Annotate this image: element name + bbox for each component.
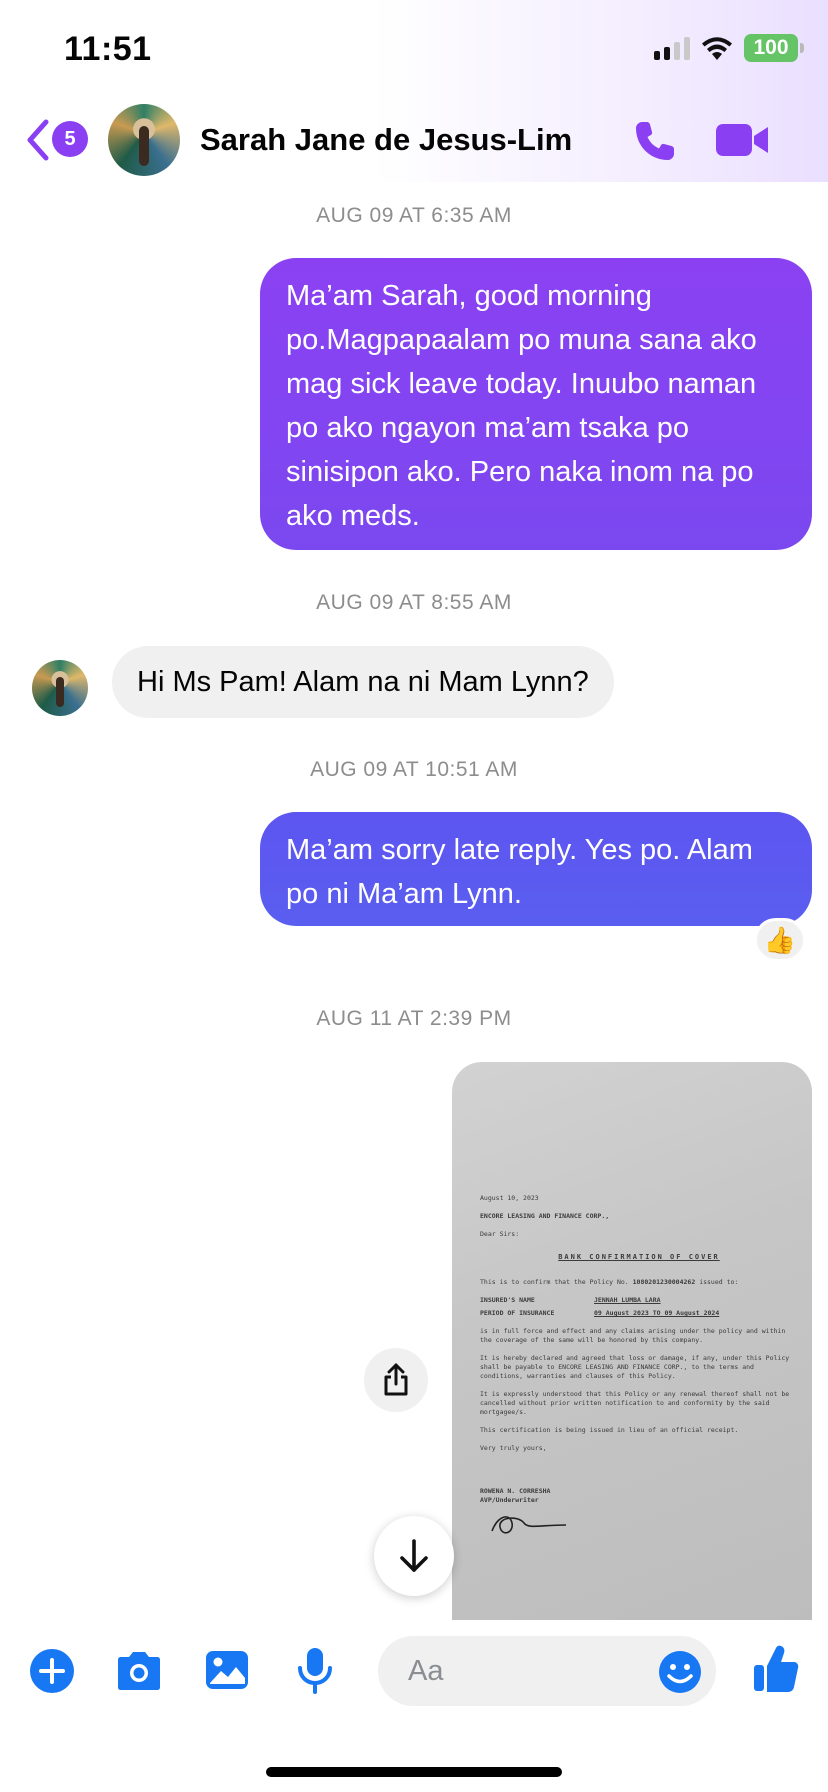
status-icons: 100: [654, 34, 804, 62]
doc-signer: ROWENA N. CORRESHA: [480, 1487, 551, 1495]
doc-date: August 10, 2023: [480, 1194, 539, 1202]
cellular-signal-icon: [654, 36, 690, 60]
doc-paragraph: This certification is being issued in li…: [480, 1426, 739, 1434]
document-photo-attachment[interactable]: August 10, 2023 ENCORE LEASING AND FINAN…: [452, 1062, 812, 1620]
handwritten-signature: [491, 1516, 567, 1534]
send-like-button[interactable]: [752, 1644, 800, 1699]
doc-paragraph: is in full force and effect and any clai…: [480, 1327, 786, 1344]
contact-avatar[interactable]: [108, 104, 180, 176]
status-time: 11:51: [64, 30, 152, 68]
gallery-button[interactable]: [204, 1648, 250, 1697]
doc-title: BANK CONFIRMATION OF COVER: [558, 1253, 720, 1261]
back-button[interactable]: [24, 118, 52, 162]
message-timestamp: AUG 09 AT 8:55 AM: [316, 591, 512, 614]
voice-message-button[interactable]: [295, 1646, 335, 1701]
outgoing-message-bubble[interactable]: Ma’am sorry late reply. Yes po. Alam po …: [260, 812, 812, 926]
incoming-message-bubble[interactable]: Hi Ms Pam! Alam na ni Mam Lynn?: [112, 646, 614, 718]
arrow-down-icon: [400, 1539, 428, 1572]
more-actions-button[interactable]: [29, 1648, 75, 1699]
doc-intro: This is to confirm that the Policy No.: [480, 1278, 629, 1286]
phone-icon: [636, 122, 674, 160]
share-button[interactable]: [364, 1348, 428, 1412]
outgoing-message-bubble[interactable]: Ma’am Sarah, good morning po.Magpapaalam…: [260, 258, 812, 550]
photo-gallery-icon: [206, 1651, 248, 1689]
video-call-button[interactable]: [714, 122, 770, 163]
doc-salutation: Dear Sirs:: [480, 1230, 520, 1238]
doc-insured-value: JENNAH LUMBA LARA: [594, 1296, 661, 1304]
doc-insured-label: INSURED'S NAME: [480, 1296, 535, 1304]
doc-signer-title: AVP/Underwriter: [480, 1496, 539, 1504]
message-timestamp: AUG 09 AT 6:35 AM: [316, 204, 512, 227]
doc-closing: Very truly yours,: [480, 1444, 547, 1452]
video-camera-icon: [716, 124, 768, 156]
doc-period-label: PERIOD OF INSURANCE: [480, 1309, 555, 1317]
back-chevron-icon: [27, 119, 49, 161]
doc-policy-number: 1080201230004262: [632, 1278, 696, 1286]
thumbs-up-icon: [754, 1645, 799, 1692]
plus-circle-icon: [30, 1649, 74, 1693]
home-indicator: [266, 1767, 562, 1777]
doc-intro-end: issued to:: [699, 1278, 739, 1286]
sender-avatar[interactable]: [32, 660, 88, 716]
doc-period-value: 09 August 2023 TO 09 August 2024: [594, 1309, 720, 1317]
microphone-icon: [298, 1648, 332, 1694]
voice-call-button[interactable]: [632, 118, 678, 169]
messenger-chat-screen: 11:51 100 5 Sarah Jane de Jesus-Lim AUG …: [0, 0, 828, 1792]
camera-icon: [118, 1652, 160, 1690]
message-timestamp: AUG 11 AT 2:39 PM: [316, 1007, 512, 1030]
document-text: August 10, 2023 ENCORE LEASING AND FINAN…: [480, 1194, 798, 1514]
emoji-button[interactable]: [658, 1650, 702, 1699]
doc-paragraph: It is hereby declared and agreed that lo…: [480, 1354, 790, 1380]
message-timestamp: AUG 09 AT 10:51 AM: [310, 758, 518, 781]
battery-icon: 100: [744, 34, 804, 62]
thumbs-up-reaction[interactable]: 👍: [754, 918, 806, 962]
contact-name[interactable]: Sarah Jane de Jesus-Lim: [200, 122, 572, 158]
scroll-to-bottom-button[interactable]: [374, 1516, 454, 1596]
emoji-icon: [659, 1651, 701, 1693]
share-icon: [384, 1363, 408, 1396]
doc-paragraph: It is expressly understood that this Pol…: [480, 1390, 790, 1416]
wifi-icon: [702, 37, 732, 60]
camera-button[interactable]: [114, 1650, 164, 1697]
unread-count-badge: 5: [52, 121, 88, 157]
doc-addressee: ENCORE LEASING AND FINANCE CORP.,: [480, 1212, 610, 1220]
